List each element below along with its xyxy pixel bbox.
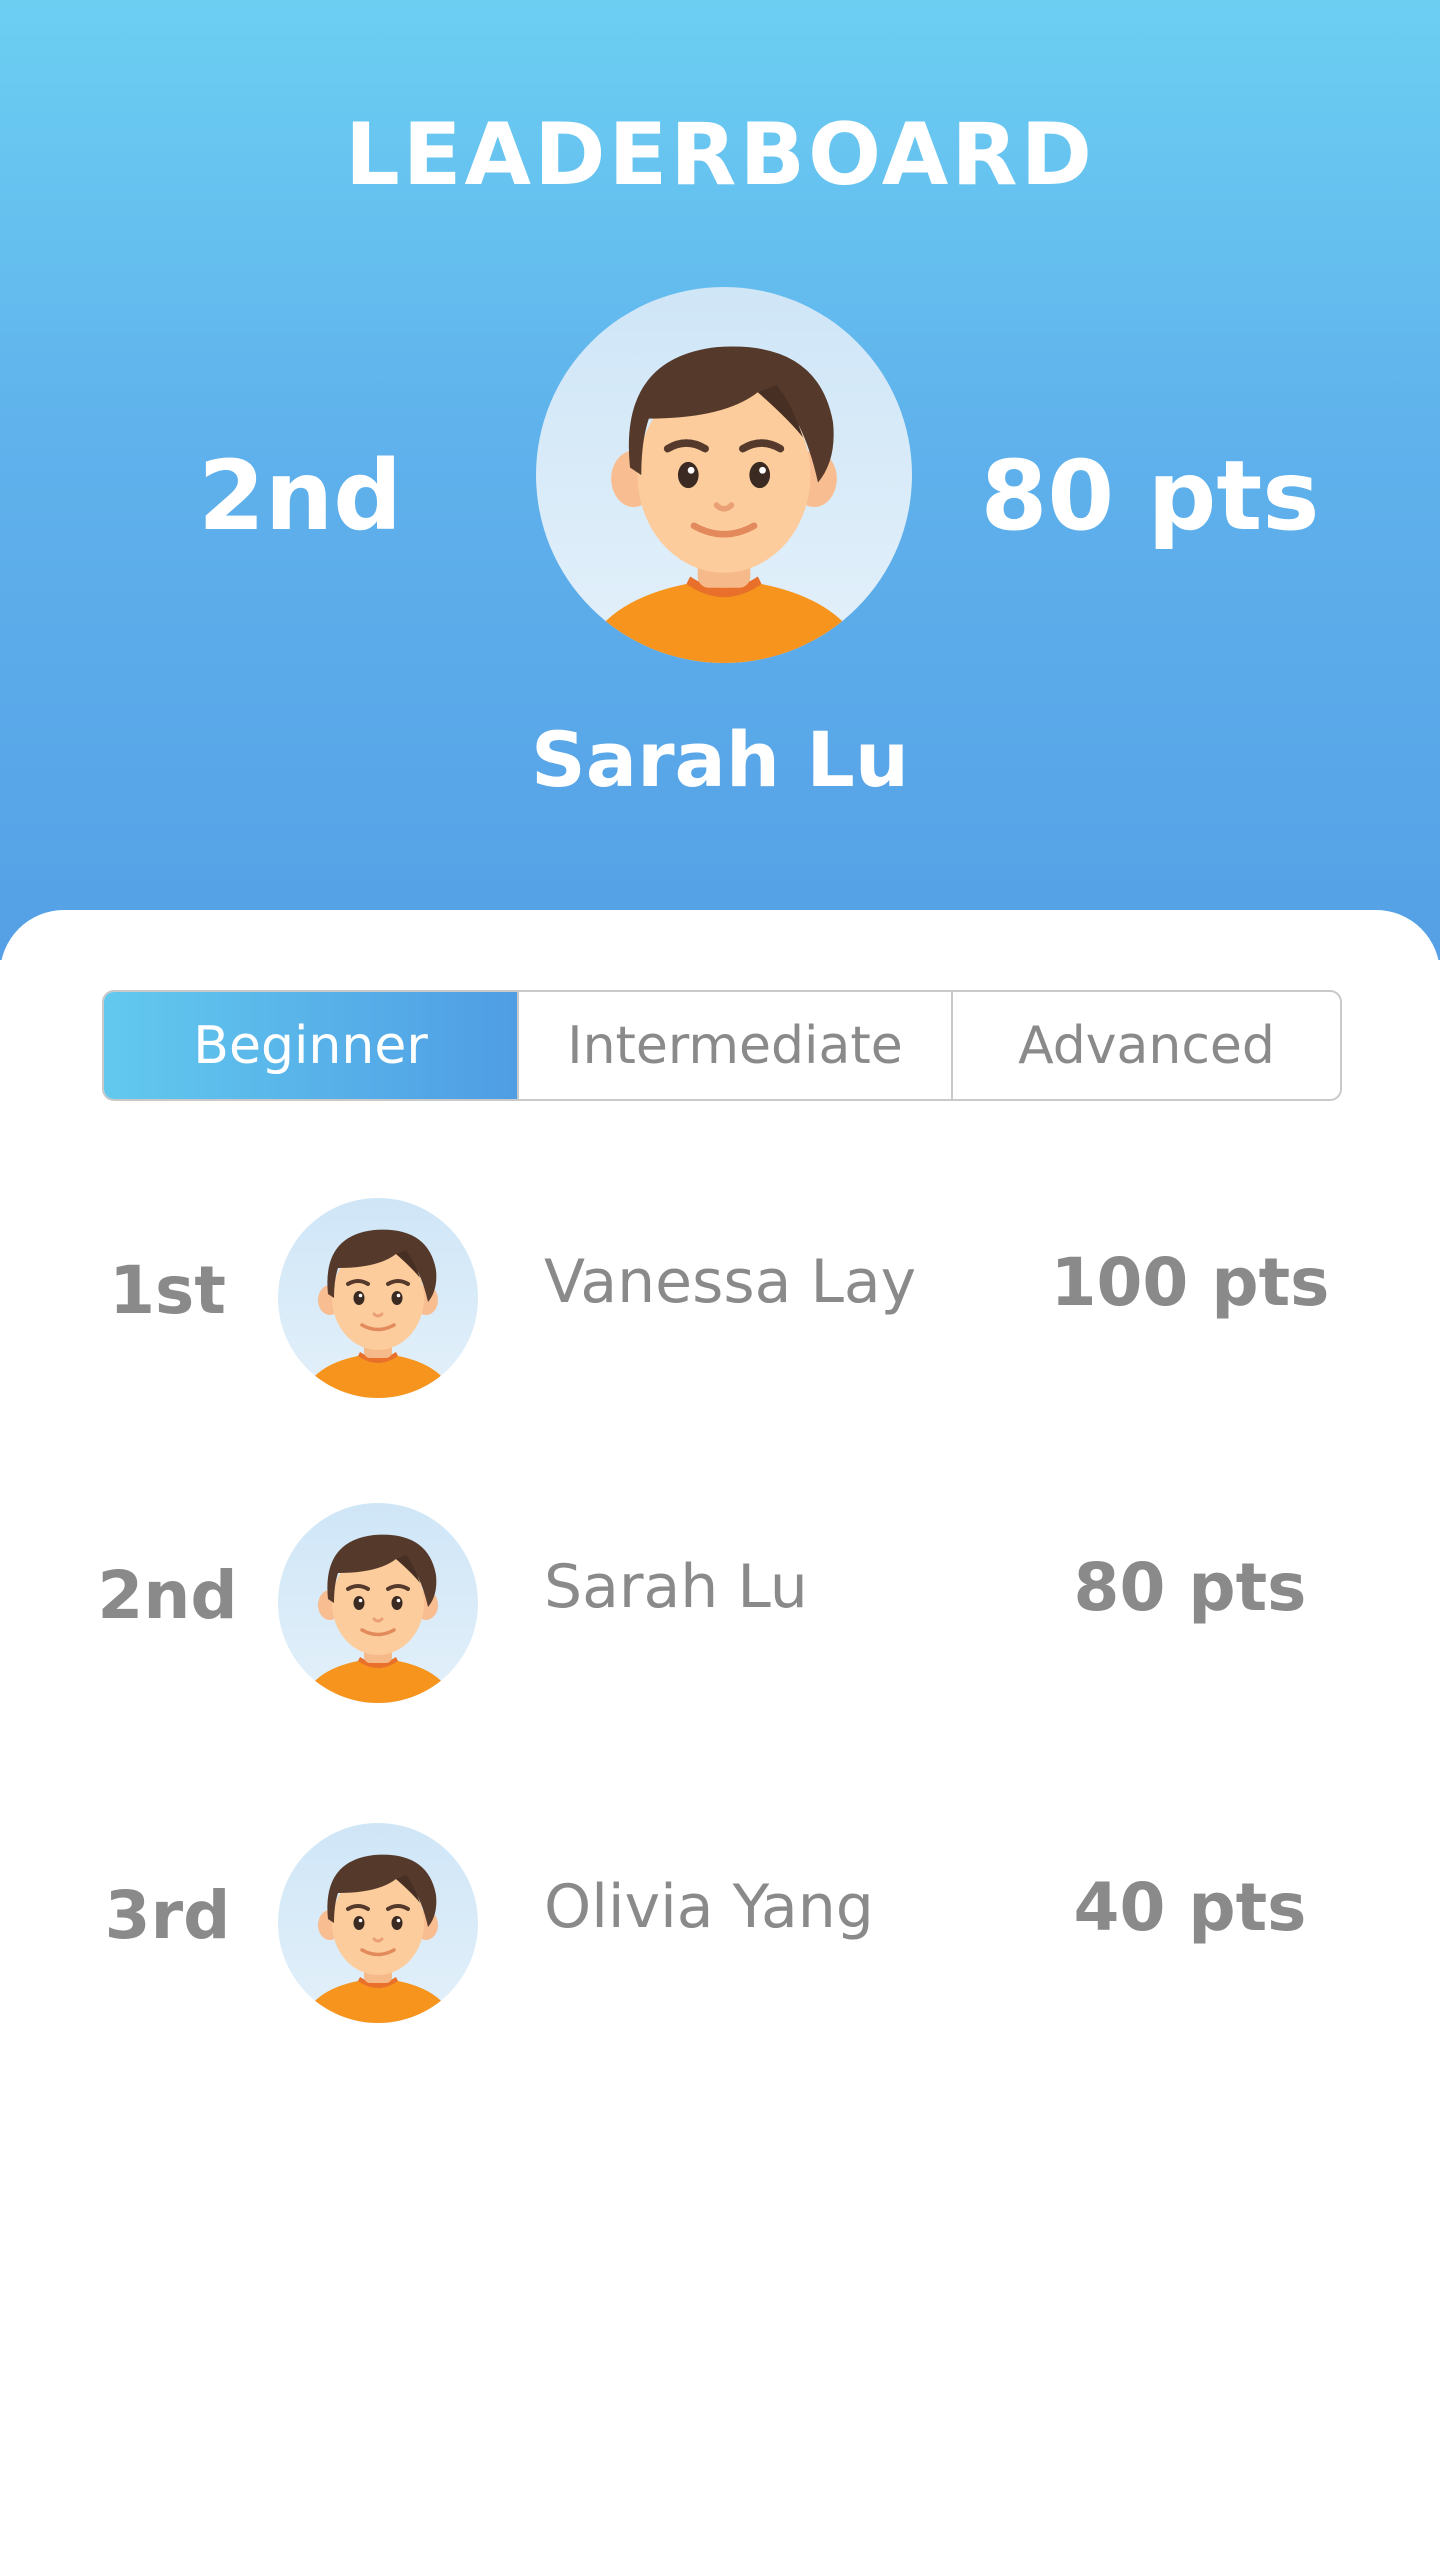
current-user-rank: 2nd [198,440,402,552]
row-name: Vanessa Lay [544,1247,917,1317]
boy-avatar-icon [278,1198,478,1398]
boy-avatar-icon [278,1503,478,1703]
level-tabs: Beginner Intermediate Advanced [102,990,1342,1101]
current-user-points: 80 pts [980,440,1320,552]
tab-intermediate[interactable]: Intermediate [517,992,951,1099]
row-points: 40 pts [1073,1869,1307,1946]
leaderboard-panel [0,910,1440,2560]
row-rank: 1st [109,1252,226,1329]
row-rank: 3rd [104,1877,231,1954]
tab-advanced[interactable]: Advanced [951,992,1340,1099]
leaderboard-row[interactable]: 3rd Olivia Yang 40 pts [0,1823,1440,2023]
row-points: 100 pts [1050,1244,1330,1321]
boy-avatar-icon [536,287,912,663]
leaderboard-row[interactable]: 1st Vanessa Lay 100 pts [0,1198,1440,1398]
page-title: LEADERBOARD [345,105,1095,205]
current-user-name: Sarah Lu [531,715,909,804]
row-name: Olivia Yang [544,1872,874,1942]
row-points: 80 pts [1073,1549,1307,1626]
leaderboard-row[interactable]: 2nd Sarah Lu 80 pts [0,1503,1440,1703]
leaderboard-header: LEADERBOARD 2nd 80 pts Sarah Lu [0,0,1440,960]
row-name: Sarah Lu [544,1552,808,1622]
tab-beginner[interactable]: Beginner [104,992,517,1099]
boy-avatar-icon [278,1823,478,2023]
row-rank: 2nd [97,1557,238,1634]
